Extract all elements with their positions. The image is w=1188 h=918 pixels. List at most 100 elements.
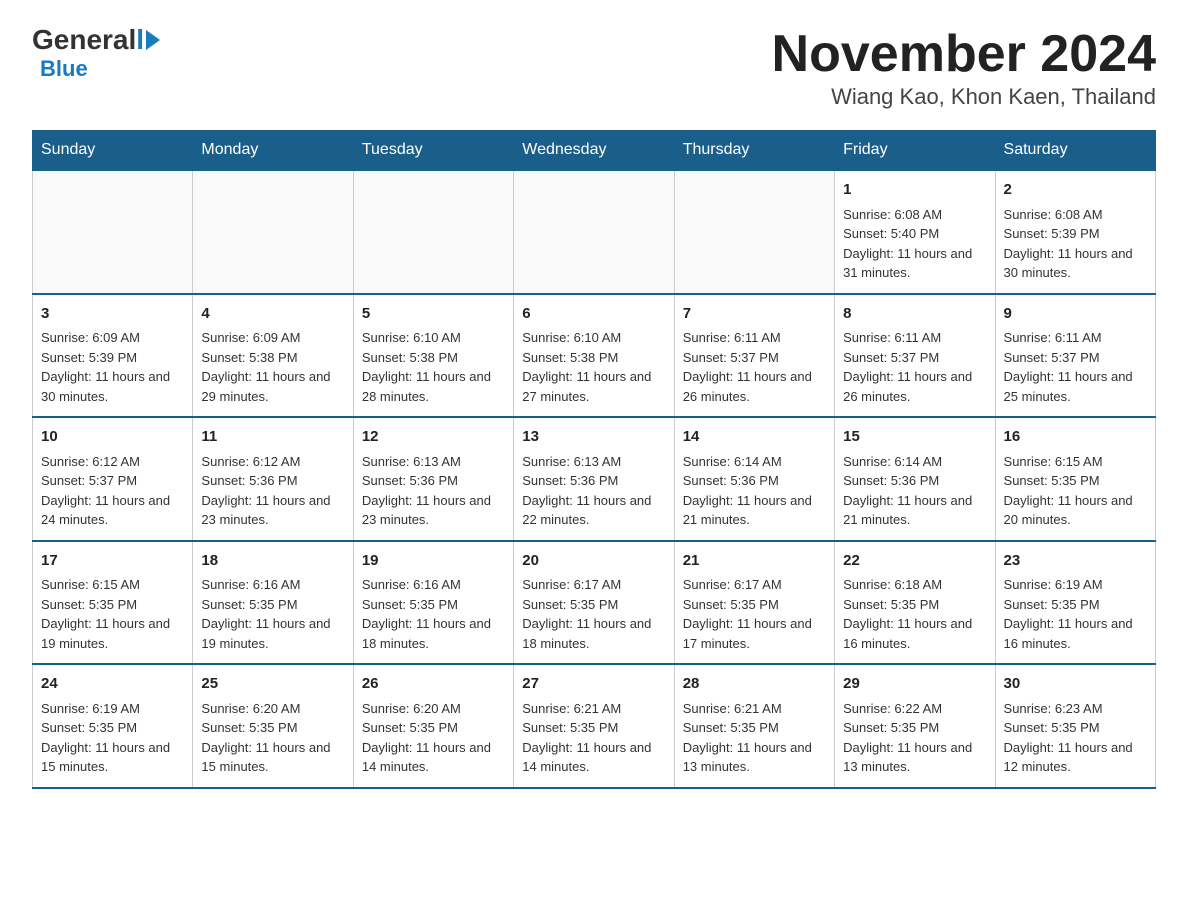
day-info: Sunrise: 6:16 AMSunset: 5:35 PMDaylight:… <box>201 575 344 653</box>
calendar-day-cell: 14 Sunrise: 6:14 AMSunset: 5:36 PMDayligh… <box>674 417 834 541</box>
day-of-week-header: Wednesday <box>514 131 674 171</box>
calendar-day-cell: 17Sunrise: 6:15 AMSunset: 5:35 PMDayligh… <box>33 541 193 665</box>
day-number: 23 <box>1004 550 1147 573</box>
day-number: 20 <box>522 550 665 573</box>
logo-blue-text: l <box>136 24 144 56</box>
calendar-day-cell <box>33 170 193 294</box>
calendar-day-cell: 1 Sunrise: 6:08 AMSunset: 5:40 PMDaylight… <box>835 170 995 294</box>
calendar-week-row: 3Sunrise: 6:09 AMSunset: 5:39 PMDaylight… <box>33 294 1156 418</box>
day-number: 15 <box>843 426 986 449</box>
calendar-day-cell: 23Sunrise: 6:19 AMSunset: 5:35 PMDayligh… <box>995 541 1155 665</box>
calendar-day-cell: 7Sunrise: 6:11 AMSunset: 5:37 PMDaylight… <box>674 294 834 418</box>
day-info: Sunrise: 6:16 AMSunset: 5:35 PMDaylight:… <box>362 575 505 653</box>
calendar-day-cell: 2Sunrise: 6:08 AMSunset: 5:39 PMDaylight… <box>995 170 1155 294</box>
calendar-day-cell: 21Sunrise: 6:17 AMSunset: 5:35 PMDayligh… <box>674 541 834 665</box>
day-number: 14 <box>683 426 826 449</box>
calendar-day-cell: 22Sunrise: 6:18 AMSunset: 5:35 PMDayligh… <box>835 541 995 665</box>
logo-general: General <box>32 24 136 56</box>
day-number: 8 <box>843 303 986 326</box>
day-number: 17 <box>41 550 184 573</box>
calendar-day-cell: 3Sunrise: 6:09 AMSunset: 5:39 PMDaylight… <box>33 294 193 418</box>
day-info: Sunrise: 6:18 AMSunset: 5:35 PMDaylight:… <box>843 575 986 653</box>
day-of-week-header: Monday <box>193 131 353 171</box>
calendar-day-cell: 19Sunrise: 6:16 AMSunset: 5:35 PMDayligh… <box>353 541 513 665</box>
day-number: 5 <box>362 303 505 326</box>
day-info: Sunrise: 6:10 AMSunset: 5:38 PMDaylight:… <box>362 328 505 406</box>
day-info: Sunrise: 6:17 AMSunset: 5:35 PMDaylight:… <box>522 575 665 653</box>
calendar-day-cell: 18Sunrise: 6:16 AMSunset: 5:35 PMDayligh… <box>193 541 353 665</box>
day-info: Sunrise: 6:15 AMSunset: 5:35 PMDaylight:… <box>41 575 184 653</box>
calendar-week-row: 10 Sunrise: 6:12 AMSunset: 5:37 PMDayligh… <box>33 417 1156 541</box>
day-info: Sunrise: 6:13 AMSunset: 5:36 PMDaylight:… <box>362 452 505 530</box>
calendar-header-row: SundayMondayTuesdayWednesdayThursdayFrid… <box>33 131 1156 171</box>
day-number: 30 <box>1004 673 1147 696</box>
day-number: 3 <box>41 303 184 326</box>
day-info: Sunrise: 6:17 AMSunset: 5:35 PMDaylight:… <box>683 575 826 653</box>
day-number: 1 <box>843 179 986 202</box>
day-info: Sunrise: 6:11 AMSunset: 5:37 PMDaylight:… <box>683 328 826 406</box>
calendar-day-cell: 26 Sunrise: 6:20 AMSunset: 5:35 PMDayligh… <box>353 664 513 788</box>
calendar-day-cell: 11Sunrise: 6:12 AMSunset: 5:36 PMDayligh… <box>193 417 353 541</box>
calendar-day-cell: 16 Sunrise: 6:15 AMSunset: 5:35 PMDayligh… <box>995 417 1155 541</box>
day-number: 29 <box>843 673 986 696</box>
calendar-day-cell: 9Sunrise: 6:11 AMSunset: 5:37 PMDaylight… <box>995 294 1155 418</box>
calendar-day-cell: 20Sunrise: 6:17 AMSunset: 5:35 PMDayligh… <box>514 541 674 665</box>
day-info: Sunrise: 6:11 AMSunset: 5:37 PMDaylight:… <box>1004 328 1147 406</box>
calendar-day-cell: 29 Sunrise: 6:22 AMSunset: 5:35 PMDayligh… <box>835 664 995 788</box>
logo: General l Blue <box>32 24 160 82</box>
day-of-week-header: Saturday <box>995 131 1155 171</box>
calendar-week-row: 24 Sunrise: 6:19 AMSunset: 5:35 PMDayligh… <box>33 664 1156 788</box>
logo-arrow-icon <box>146 30 160 50</box>
day-number: 27 <box>522 673 665 696</box>
calendar-day-cell <box>353 170 513 294</box>
calendar-day-cell: 12Sunrise: 6:13 AMSunset: 5:36 PMDayligh… <box>353 417 513 541</box>
calendar-day-cell <box>514 170 674 294</box>
day-info: Sunrise: 6:14 AMSunset: 5:36 PMDaylight:… <box>683 452 826 530</box>
day-info: Sunrise: 6:19 AMSunset: 5:35 PMDaylight:… <box>1004 575 1147 653</box>
calendar-day-cell: 5Sunrise: 6:10 AMSunset: 5:38 PMDaylight… <box>353 294 513 418</box>
day-info: Sunrise: 6:19 AMSunset: 5:35 PMDaylight:… <box>41 699 184 777</box>
day-of-week-header: Tuesday <box>353 131 513 171</box>
day-number: 21 <box>683 550 826 573</box>
day-number: 25 <box>201 673 344 696</box>
day-number: 28 <box>683 673 826 696</box>
calendar-day-cell: 24 Sunrise: 6:19 AMSunset: 5:35 PMDayligh… <box>33 664 193 788</box>
calendar-week-row: 1 Sunrise: 6:08 AMSunset: 5:40 PMDaylight… <box>33 170 1156 294</box>
day-number: 10 <box>41 426 184 449</box>
day-number: 16 <box>1004 426 1147 449</box>
day-number: 4 <box>201 303 344 326</box>
page-header: General l Blue November 2024 Wiang Kao, … <box>32 24 1156 110</box>
day-info: Sunrise: 6:15 AMSunset: 5:35 PMDaylight:… <box>1004 452 1147 530</box>
day-number: 13 <box>522 426 665 449</box>
calendar-day-cell: 8Sunrise: 6:11 AMSunset: 5:37 PMDaylight… <box>835 294 995 418</box>
calendar-day-cell: 25 Sunrise: 6:20 AMSunset: 5:35 PMDayligh… <box>193 664 353 788</box>
day-number: 9 <box>1004 303 1147 326</box>
day-number: 24 <box>41 673 184 696</box>
day-info: Sunrise: 6:22 AMSunset: 5:35 PMDaylight:… <box>843 699 986 777</box>
calendar-day-cell: 10 Sunrise: 6:12 AMSunset: 5:37 PMDayligh… <box>33 417 193 541</box>
day-number: 26 <box>362 673 505 696</box>
calendar-day-cell: 15Sunrise: 6:14 AMSunset: 5:36 PMDayligh… <box>835 417 995 541</box>
day-number: 6 <box>522 303 665 326</box>
day-number: 22 <box>843 550 986 573</box>
day-number: 18 <box>201 550 344 573</box>
calendar-day-cell <box>674 170 834 294</box>
day-of-week-header: Friday <box>835 131 995 171</box>
calendar-table: SundayMondayTuesdayWednesdayThursdayFrid… <box>32 130 1156 789</box>
day-number: 11 <box>201 426 344 449</box>
day-info: Sunrise: 6:12 AMSunset: 5:37 PMDaylight:… <box>41 452 184 530</box>
day-info: Sunrise: 6:20 AMSunset: 5:35 PMDaylight:… <box>201 699 344 777</box>
day-number: 2 <box>1004 179 1147 202</box>
page-subtitle: Wiang Kao, Khon Kaen, Thailand <box>772 84 1156 110</box>
day-info: Sunrise: 6:08 AMSunset: 5:40 PMDaylight:… <box>843 205 986 283</box>
day-of-week-header: Thursday <box>674 131 834 171</box>
day-of-week-header: Sunday <box>33 131 193 171</box>
calendar-day-cell: 13 Sunrise: 6:13 AMSunset: 5:36 PMDayligh… <box>514 417 674 541</box>
title-block: November 2024 Wiang Kao, Khon Kaen, Thai… <box>772 24 1156 110</box>
day-info: Sunrise: 6:20 AMSunset: 5:35 PMDaylight:… <box>362 699 505 777</box>
day-info: Sunrise: 6:09 AMSunset: 5:39 PMDaylight:… <box>41 328 184 406</box>
calendar-day-cell <box>193 170 353 294</box>
day-number: 7 <box>683 303 826 326</box>
day-info: Sunrise: 6:13 AMSunset: 5:36 PMDaylight:… <box>522 452 665 530</box>
calendar-day-cell: 30Sunrise: 6:23 AMSunset: 5:35 PMDayligh… <box>995 664 1155 788</box>
